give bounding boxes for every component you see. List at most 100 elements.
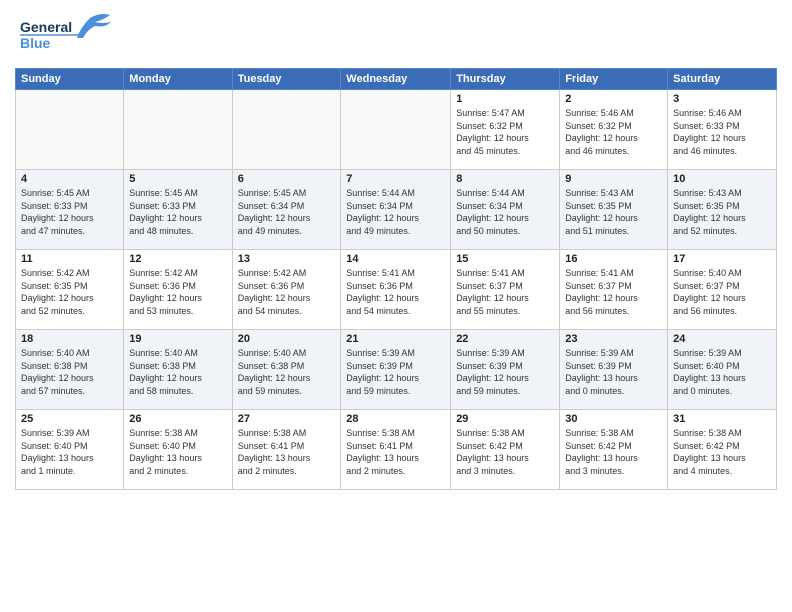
day-info: Sunrise: 5:38 AM Sunset: 6:42 PM Dayligh… <box>673 427 771 477</box>
calendar-cell: 18 Sunrise: 5:40 AM Sunset: 6:38 PM Dayli… <box>16 330 124 410</box>
day-number: 2 <box>565 93 662 105</box>
day-number: 25 <box>21 413 118 425</box>
day-number: 14 <box>346 253 445 265</box>
day-number: 5 <box>129 173 226 185</box>
calendar-cell: 13 Sunrise: 5:42 AM Sunset: 6:36 PM Dayli… <box>232 250 341 330</box>
calendar-cell: 8 Sunrise: 5:44 AM Sunset: 6:34 PM Daylig… <box>451 170 560 250</box>
calendar-cell: 26 Sunrise: 5:38 AM Sunset: 6:40 PM Dayli… <box>124 410 232 490</box>
day-number: 21 <box>346 333 445 345</box>
day-info: Sunrise: 5:42 AM Sunset: 6:36 PM Dayligh… <box>238 267 336 317</box>
day-number: 18 <box>21 333 118 345</box>
page-header: General Blue <box>15 10 777 60</box>
calendar-week-row: 4 Sunrise: 5:45 AM Sunset: 6:33 PM Daylig… <box>16 170 777 250</box>
day-info: Sunrise: 5:40 AM Sunset: 6:37 PM Dayligh… <box>673 267 771 317</box>
logo: General Blue <box>15 10 125 60</box>
weekday-header: Saturday <box>668 69 777 90</box>
day-info: Sunrise: 5:41 AM Sunset: 6:37 PM Dayligh… <box>565 267 662 317</box>
day-info: Sunrise: 5:44 AM Sunset: 6:34 PM Dayligh… <box>456 187 554 237</box>
day-info: Sunrise: 5:38 AM Sunset: 6:40 PM Dayligh… <box>129 427 226 477</box>
day-info: Sunrise: 5:40 AM Sunset: 6:38 PM Dayligh… <box>129 347 226 397</box>
day-info: Sunrise: 5:40 AM Sunset: 6:38 PM Dayligh… <box>21 347 118 397</box>
day-info: Sunrise: 5:42 AM Sunset: 6:35 PM Dayligh… <box>21 267 118 317</box>
day-number: 26 <box>129 413 226 425</box>
calendar-cell: 17 Sunrise: 5:40 AM Sunset: 6:37 PM Dayli… <box>668 250 777 330</box>
day-number: 10 <box>673 173 771 185</box>
calendar-cell <box>341 90 451 170</box>
calendar-cell: 2 Sunrise: 5:46 AM Sunset: 6:32 PM Daylig… <box>560 90 668 170</box>
calendar-cell: 6 Sunrise: 5:45 AM Sunset: 6:34 PM Daylig… <box>232 170 341 250</box>
day-number: 12 <box>129 253 226 265</box>
calendar-cell: 28Sunrise: 5:38 AM Sunset: 6:41 PM Dayli… <box>341 410 451 490</box>
day-info: Sunrise: 5:39 AM Sunset: 6:39 PM Dayligh… <box>456 347 554 397</box>
calendar-cell: 7 Sunrise: 5:44 AM Sunset: 6:34 PM Daylig… <box>341 170 451 250</box>
calendar-cell <box>124 90 232 170</box>
calendar-cell: 31 Sunrise: 5:38 AM Sunset: 6:42 PM Dayli… <box>668 410 777 490</box>
day-number: 19 <box>129 333 226 345</box>
day-info: Sunrise: 5:39 AM Sunset: 6:40 PM Dayligh… <box>21 427 118 477</box>
day-info: Sunrise: 5:45 AM Sunset: 6:33 PM Dayligh… <box>21 187 118 237</box>
day-number: 6 <box>238 173 336 185</box>
day-info: Sunrise: 5:41 AM Sunset: 6:36 PM Dayligh… <box>346 267 445 317</box>
day-number: 27 <box>238 413 336 425</box>
weekday-header: Thursday <box>451 69 560 90</box>
calendar-cell: 15 Sunrise: 5:41 AM Sunset: 6:37 PM Dayli… <box>451 250 560 330</box>
calendar-cell <box>16 90 124 170</box>
weekday-header-row: SundayMondayTuesdayWednesdayThursdayFrid… <box>16 69 777 90</box>
day-number: 23 <box>565 333 662 345</box>
calendar-page: General Blue SundayMondayTuesdayWednesda… <box>0 0 792 612</box>
day-number: 3 <box>673 93 771 105</box>
day-info: Sunrise: 5:39 AM Sunset: 6:40 PM Dayligh… <box>673 347 771 397</box>
calendar-cell: 25 Sunrise: 5:39 AM Sunset: 6:40 PM Dayli… <box>16 410 124 490</box>
calendar-table: SundayMondayTuesdayWednesdayThursdayFrid… <box>15 68 777 490</box>
calendar-cell: 5Sunrise: 5:45 AM Sunset: 6:33 PM Daylig… <box>124 170 232 250</box>
calendar-cell: 19 Sunrise: 5:40 AM Sunset: 6:38 PM Dayli… <box>124 330 232 410</box>
day-number: 29 <box>456 413 554 425</box>
calendar-cell: 16Sunrise: 5:41 AM Sunset: 6:37 PM Dayli… <box>560 250 668 330</box>
calendar-cell: 24Sunrise: 5:39 AM Sunset: 6:40 PM Dayli… <box>668 330 777 410</box>
day-number: 8 <box>456 173 554 185</box>
calendar-cell: 27Sunrise: 5:38 AM Sunset: 6:41 PM Dayli… <box>232 410 341 490</box>
calendar-cell: 23 Sunrise: 5:39 AM Sunset: 6:39 PM Dayli… <box>560 330 668 410</box>
day-number: 9 <box>565 173 662 185</box>
day-number: 7 <box>346 173 445 185</box>
day-number: 31 <box>673 413 771 425</box>
day-info: Sunrise: 5:41 AM Sunset: 6:37 PM Dayligh… <box>456 267 554 317</box>
day-info: Sunrise: 5:46 AM Sunset: 6:33 PM Dayligh… <box>673 107 771 157</box>
day-info: Sunrise: 5:45 AM Sunset: 6:34 PM Dayligh… <box>238 187 336 237</box>
day-info: Sunrise: 5:47 AM Sunset: 6:32 PM Dayligh… <box>456 107 554 157</box>
calendar-cell <box>232 90 341 170</box>
calendar-cell: 29 Sunrise: 5:38 AM Sunset: 6:42 PM Dayli… <box>451 410 560 490</box>
calendar-week-row: 18 Sunrise: 5:40 AM Sunset: 6:38 PM Dayli… <box>16 330 777 410</box>
calendar-week-row: 1Sunrise: 5:47 AM Sunset: 6:32 PM Daylig… <box>16 90 777 170</box>
weekday-header: Monday <box>124 69 232 90</box>
day-info: Sunrise: 5:46 AM Sunset: 6:32 PM Dayligh… <box>565 107 662 157</box>
calendar-cell: 9Sunrise: 5:43 AM Sunset: 6:35 PM Daylig… <box>560 170 668 250</box>
calendar-cell: 10 Sunrise: 5:43 AM Sunset: 6:35 PM Dayli… <box>668 170 777 250</box>
calendar-cell: 11 Sunrise: 5:42 AM Sunset: 6:35 PM Dayli… <box>16 250 124 330</box>
calendar-week-row: 25 Sunrise: 5:39 AM Sunset: 6:40 PM Dayli… <box>16 410 777 490</box>
calendar-cell: 20 Sunrise: 5:40 AM Sunset: 6:38 PM Dayli… <box>232 330 341 410</box>
svg-text:General: General <box>20 19 72 35</box>
calendar-week-row: 11 Sunrise: 5:42 AM Sunset: 6:35 PM Dayli… <box>16 250 777 330</box>
day-info: Sunrise: 5:42 AM Sunset: 6:36 PM Dayligh… <box>129 267 226 317</box>
day-info: Sunrise: 5:38 AM Sunset: 6:41 PM Dayligh… <box>346 427 445 477</box>
day-number: 20 <box>238 333 336 345</box>
weekday-header: Sunday <box>16 69 124 90</box>
day-info: Sunrise: 5:38 AM Sunset: 6:42 PM Dayligh… <box>456 427 554 477</box>
svg-text:Blue: Blue <box>20 35 51 51</box>
day-number: 13 <box>238 253 336 265</box>
day-number: 15 <box>456 253 554 265</box>
calendar-cell: 3 Sunrise: 5:46 AM Sunset: 6:33 PM Daylig… <box>668 90 777 170</box>
day-number: 17 <box>673 253 771 265</box>
calendar-cell: 12 Sunrise: 5:42 AM Sunset: 6:36 PM Dayli… <box>124 250 232 330</box>
day-info: Sunrise: 5:44 AM Sunset: 6:34 PM Dayligh… <box>346 187 445 237</box>
day-info: Sunrise: 5:38 AM Sunset: 6:42 PM Dayligh… <box>565 427 662 477</box>
day-number: 4 <box>21 173 118 185</box>
calendar-cell: 22Sunrise: 5:39 AM Sunset: 6:39 PM Dayli… <box>451 330 560 410</box>
logo-content: General Blue <box>15 10 125 60</box>
calendar-cell: 4 Sunrise: 5:45 AM Sunset: 6:33 PM Daylig… <box>16 170 124 250</box>
day-info: Sunrise: 5:43 AM Sunset: 6:35 PM Dayligh… <box>673 187 771 237</box>
day-number: 11 <box>21 253 118 265</box>
day-info: Sunrise: 5:40 AM Sunset: 6:38 PM Dayligh… <box>238 347 336 397</box>
day-info: Sunrise: 5:39 AM Sunset: 6:39 PM Dayligh… <box>565 347 662 397</box>
